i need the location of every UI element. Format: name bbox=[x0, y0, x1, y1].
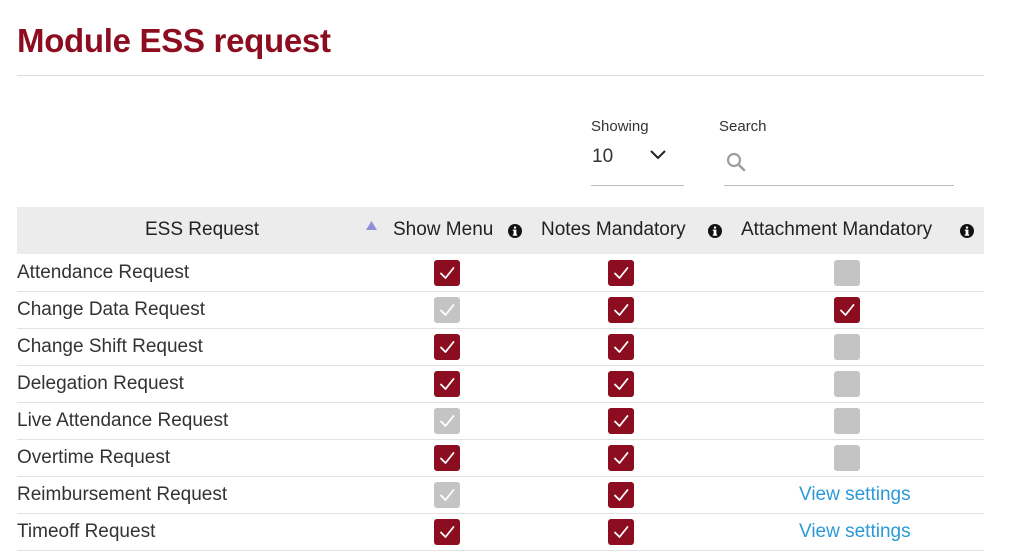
chevron-down-icon bbox=[650, 150, 666, 160]
show-menu-checkbox[interactable] bbox=[434, 297, 460, 323]
ess-request-name: Reimbursement Request bbox=[17, 484, 228, 505]
check-icon bbox=[614, 526, 629, 538]
show-menu-checkbox[interactable] bbox=[434, 519, 460, 545]
check-icon bbox=[440, 341, 455, 353]
show-menu-checkbox[interactable] bbox=[434, 371, 460, 397]
column-header-ess-request[interactable]: ESS Request bbox=[145, 219, 259, 241]
attachment-mandatory-checkbox[interactable] bbox=[834, 260, 860, 286]
ess-request-name: Change Data Request bbox=[17, 299, 206, 320]
table-row: Live Attendance Request bbox=[17, 403, 984, 440]
table-header: ESS Request Show Menu Notes Mandatory At… bbox=[17, 207, 984, 254]
attachment-mandatory-checkbox[interactable] bbox=[834, 408, 860, 434]
show-menu-checkbox[interactable] bbox=[434, 334, 460, 360]
notes-mandatory-checkbox[interactable] bbox=[608, 260, 634, 286]
check-icon bbox=[614, 304, 629, 316]
show-menu-checkbox[interactable] bbox=[434, 445, 460, 471]
check-icon bbox=[840, 304, 855, 316]
show-menu-checkbox[interactable] bbox=[434, 260, 460, 286]
check-icon bbox=[614, 267, 629, 279]
notes-mandatory-checkbox[interactable] bbox=[608, 297, 634, 323]
page-size-select[interactable]: 10 bbox=[591, 142, 684, 186]
search-field bbox=[724, 142, 954, 186]
attachment-mandatory-checkbox[interactable] bbox=[834, 445, 860, 471]
view-settings-link[interactable]: View settings bbox=[799, 521, 911, 543]
ess-request-name: Overtime Request bbox=[17, 447, 171, 468]
check-icon bbox=[440, 452, 455, 464]
search-input[interactable] bbox=[754, 148, 950, 178]
check-icon bbox=[614, 452, 629, 464]
info-icon[interactable] bbox=[508, 224, 522, 238]
table-row: Delegation Request bbox=[17, 366, 984, 403]
table-row: Overtime Request bbox=[17, 440, 984, 477]
page-size-value: 10 bbox=[592, 146, 614, 167]
show-menu-checkbox[interactable] bbox=[434, 408, 460, 434]
attachment-mandatory-checkbox[interactable] bbox=[834, 297, 860, 323]
page-title: Module ESS request bbox=[17, 22, 331, 59]
check-icon bbox=[440, 304, 455, 316]
column-header-show-menu[interactable]: Show Menu bbox=[393, 219, 493, 241]
table-row: Change Data Request bbox=[17, 292, 984, 329]
check-icon bbox=[614, 341, 629, 353]
notes-mandatory-checkbox[interactable] bbox=[608, 482, 634, 508]
check-icon bbox=[440, 526, 455, 538]
table-row: Timeoff Request View settings bbox=[17, 514, 984, 551]
ess-request-name: Delegation Request bbox=[17, 373, 184, 394]
show-menu-checkbox[interactable] bbox=[434, 482, 460, 508]
search-icon bbox=[726, 152, 746, 172]
notes-mandatory-checkbox[interactable] bbox=[608, 519, 634, 545]
check-icon bbox=[440, 267, 455, 279]
table-row: Attendance Request bbox=[17, 255, 984, 292]
info-icon[interactable] bbox=[960, 224, 974, 238]
ess-request-name: Timeoff Request bbox=[17, 521, 156, 542]
view-settings-link[interactable]: View settings bbox=[799, 484, 911, 506]
check-icon bbox=[440, 378, 455, 390]
sort-ascending-icon[interactable] bbox=[366, 221, 377, 230]
attachment-mandatory-checkbox[interactable] bbox=[834, 371, 860, 397]
check-icon bbox=[614, 378, 629, 390]
check-icon bbox=[440, 415, 455, 427]
check-icon bbox=[614, 489, 629, 501]
column-header-notes-mandatory[interactable]: Notes Mandatory bbox=[541, 219, 686, 241]
check-icon bbox=[440, 489, 455, 501]
notes-mandatory-checkbox[interactable] bbox=[608, 408, 634, 434]
notes-mandatory-checkbox[interactable] bbox=[608, 371, 634, 397]
table-row: Change Shift Request bbox=[17, 329, 984, 366]
info-icon[interactable] bbox=[708, 224, 722, 238]
attachment-mandatory-checkbox[interactable] bbox=[834, 334, 860, 360]
check-icon bbox=[614, 415, 629, 427]
notes-mandatory-checkbox[interactable] bbox=[608, 445, 634, 471]
title-divider bbox=[17, 75, 984, 76]
ess-request-name: Change Shift Request bbox=[17, 336, 203, 357]
search-label: Search bbox=[719, 118, 767, 135]
table-row: Reimbursement Request View settings bbox=[17, 477, 984, 514]
ess-request-name: Attendance Request bbox=[17, 262, 190, 283]
ess-request-name: Live Attendance Request bbox=[17, 410, 229, 431]
showing-label: Showing bbox=[591, 118, 649, 135]
notes-mandatory-checkbox[interactable] bbox=[608, 334, 634, 360]
column-header-attachment-mandatory[interactable]: Attachment Mandatory bbox=[741, 219, 932, 241]
